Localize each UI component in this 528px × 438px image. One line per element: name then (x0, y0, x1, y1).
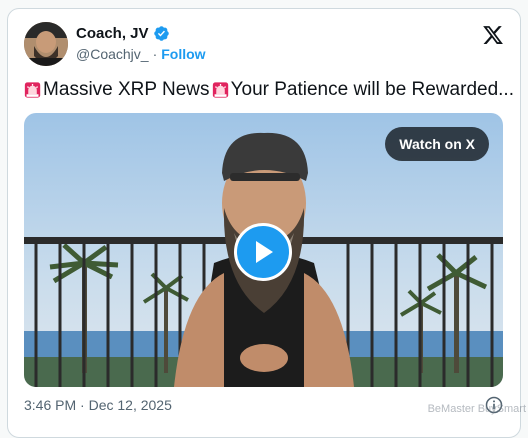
video-thumbnail[interactable]: Watch on X (24, 113, 503, 387)
separator-dot: · (152, 46, 158, 62)
play-button[interactable] (234, 223, 292, 281)
post-text: Massive XRP News Your Patience will be R… (24, 79, 514, 101)
post-timestamp[interactable]: 3:46 PM · Dec 12, 2025 (24, 397, 172, 413)
play-icon (256, 241, 273, 263)
watch-on-x-button[interactable]: Watch on X (385, 127, 489, 161)
x-logo-icon[interactable] (482, 24, 504, 46)
author-handle[interactable]: @Coachjv_ (76, 46, 149, 62)
embedded-post-card[interactable]: Coach, JV @Coachjv_ · Follow Massive XRP… (7, 8, 521, 438)
verified-badge-icon (153, 26, 169, 41)
watermark: BeMaster BuySmart (427, 403, 526, 415)
follow-button[interactable]: Follow (161, 46, 205, 62)
post-text-part2: Your Patience will be Rewarded... (230, 79, 514, 100)
siren-emoji-icon (24, 82, 41, 98)
author-name[interactable]: Coach, JV (76, 25, 149, 42)
avatar[interactable] (24, 22, 68, 66)
post-text-part1: Massive XRP News (43, 79, 210, 100)
siren-emoji-icon (212, 82, 228, 98)
